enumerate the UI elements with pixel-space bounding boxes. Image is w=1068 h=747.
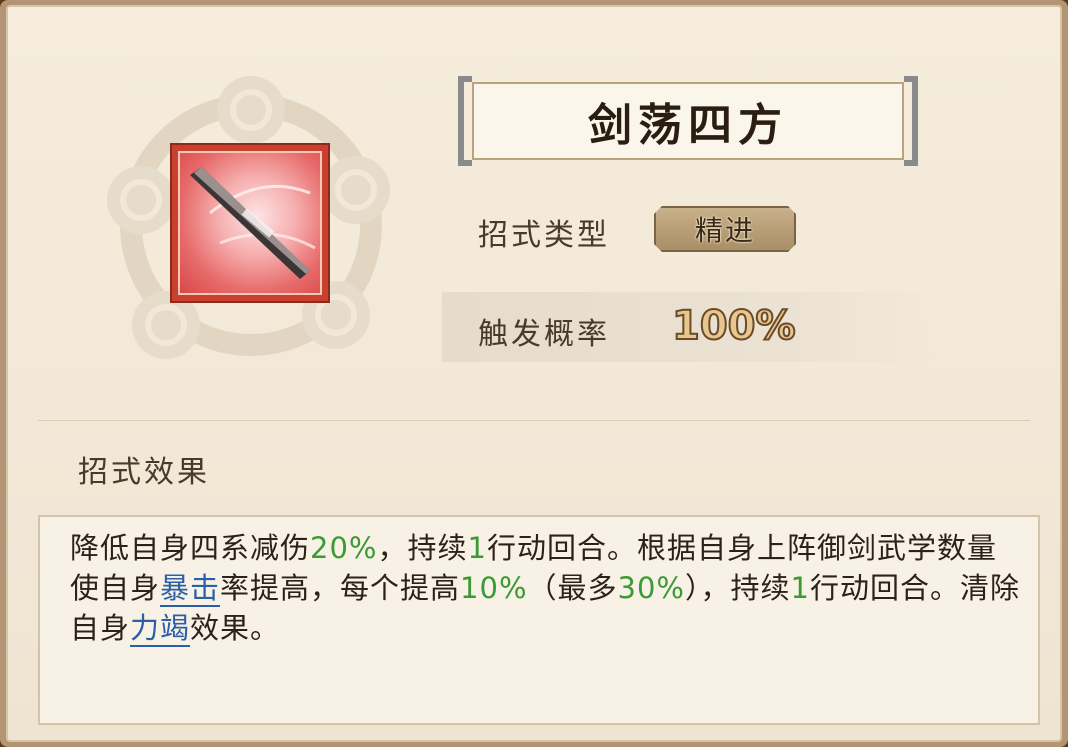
section-divider	[38, 420, 1030, 421]
effect-text-segment: （最多	[527, 571, 618, 605]
title-plate: 剑荡四方	[472, 82, 904, 160]
effect-number: 30%	[617, 571, 685, 605]
skill-type-badge: 精进	[654, 206, 796, 252]
effect-heading: 招式效果	[78, 455, 210, 490]
effect-keyword-link[interactable]: 暴击	[160, 571, 221, 607]
title-bracket-left	[458, 76, 472, 166]
effect-number: 10%	[460, 571, 528, 605]
skill-type-label: 招式类型	[478, 218, 610, 253]
trigger-probability-value: 100%	[671, 302, 797, 350]
effect-number: 1	[790, 571, 810, 605]
effect-text-segment: 率提高，每个提高	[220, 571, 461, 605]
trigger-probability-label: 触发概率	[478, 317, 610, 352]
effect-number: 20%	[310, 531, 378, 565]
effect-number: 1	[467, 531, 487, 565]
skill-icon-art	[178, 151, 322, 295]
effect-text-segment: 降低自身四系减伤	[70, 531, 311, 565]
title-bracket-right	[904, 76, 918, 166]
skill-title-plate: 剑荡四方	[458, 76, 918, 166]
sword-icon	[190, 167, 316, 279]
effect-text-segment: 效果。	[190, 611, 281, 645]
effect-text-segment: ），持续	[685, 571, 791, 605]
skill-type-value: 精进	[694, 214, 755, 247]
effect-description: 降低自身四系减伤20%，持续1行动回合。根据自身上阵御剑武学数量使自身暴击率提高…	[70, 528, 1020, 648]
effect-text-segment: ，持续	[377, 531, 468, 565]
skill-icon	[170, 143, 330, 303]
effect-keyword-link[interactable]: 力竭	[130, 611, 191, 647]
skill-name: 剑荡四方	[588, 100, 788, 151]
